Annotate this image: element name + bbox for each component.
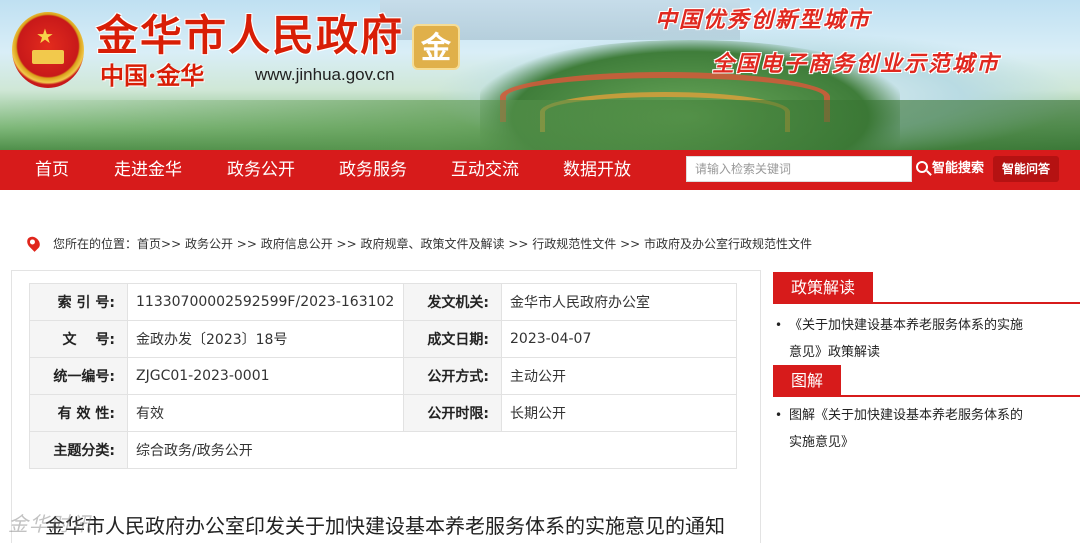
disclosure-period-value: 长期公开 [501, 394, 737, 432]
main-nav: 首页 走进金华 政务公开 政务服务 互动交流 数据开放 请输入检索关键词 智能搜… [0, 150, 1080, 190]
validity-label: 有 效 性: [29, 394, 128, 432]
table-row: 索 引 号: 11330700002592599F/2023-163102 发文… [29, 283, 737, 321]
nav-item-interaction[interactable]: 互动交流 [451, 150, 519, 190]
unified-number-label: 统一编号: [29, 357, 128, 395]
publish-method-value: 主动公开 [501, 357, 737, 395]
watermark: 金华时讯 [8, 512, 92, 536]
disclosure-period-label: 公开时限: [403, 394, 502, 432]
breadcrumb-prefix: 您所在的位置： [53, 237, 138, 251]
breadcrumb-home[interactable]: 首页>> [137, 237, 181, 251]
table-row: 主题分类: 综合政务/政务公开 [29, 431, 737, 469]
topic-category-label: 主题分类: [29, 431, 128, 469]
smart-qa-button[interactable]: 智能问答 [993, 156, 1059, 182]
nav-item-gov-services[interactable]: 政务服务 [339, 150, 407, 190]
slogan-innovative-city: 中国优秀创新型城市 [655, 7, 872, 33]
nav-item-about-jinhua[interactable]: 走进金华 [114, 150, 182, 190]
infographic-line1: 图解《关于加快建设基本养老服务体系的 [789, 408, 1024, 423]
document-number-value: 金政办发〔2023〕18号 [127, 320, 404, 358]
breadcrumb-policy-docs[interactable]: 政府规章、政策文件及解读 >> [361, 237, 529, 251]
infographic-line2: 实施意见》 [789, 435, 855, 450]
infographic-header: 图解 [773, 365, 1080, 397]
index-number-label: 索 引 号: [29, 283, 128, 321]
site-title: 金华市人民政府 [96, 11, 405, 60]
nav-item-gov-affairs[interactable]: 政务公开 [227, 150, 295, 190]
slogan-ecommerce-city: 全国电子商务创业示范城市 [712, 51, 1001, 77]
policy-interpretation-line2: 意见》政策解读 [789, 345, 881, 360]
table-row: 有 效 性: 有效 公开时限: 长期公开 [29, 394, 737, 432]
breadcrumb-info-disclosure[interactable]: 政府信息公开 >> [261, 237, 357, 251]
validity-value: 有效 [127, 394, 404, 432]
table-row: 文 号: 金政办发〔2023〕18号 成文日期: 2023-04-07 [29, 320, 737, 358]
trees-image [0, 100, 1080, 150]
site-subtitle: 中国·金华 [100, 61, 205, 90]
location-pin-icon [24, 234, 43, 252]
written-date-value: 2023-04-07 [501, 320, 737, 358]
breadcrumb-gov-affairs[interactable]: 政务公开 >> [185, 237, 257, 251]
jinhua-logo-icon: 金 [412, 24, 460, 70]
smart-search-label: 智能搜索 [932, 161, 985, 176]
table-row: 统一编号: ZJGC01-2023-0001 公开方式: 主动公开 [29, 357, 737, 395]
issuing-authority-value: 金华市人民政府办公室 [501, 283, 737, 321]
topic-category-value: 综合政务/政务公开 [127, 431, 737, 469]
unified-number-value: ZJGC01-2023-0001 [127, 357, 404, 395]
smart-search-button[interactable]: 智能搜索 [916, 155, 984, 183]
nav-item-home[interactable]: 首页 [35, 150, 69, 190]
document-metadata-table: 索 引 号: 11330700002592599F/2023-163102 发文… [29, 283, 737, 469]
breadcrumb-normative-docs[interactable]: 行政规范性文件 >> [532, 237, 640, 251]
header-banner: ★ 金华市人民政府 中国·金华 www.jinhua.gov.cn 金 中国优秀… [0, 0, 1080, 150]
policy-interpretation-line1: 《关于加快建设基本养老服务体系的实施 [789, 318, 1024, 333]
breadcrumb: 您所在的位置：首页>> 政务公开 >> 政府信息公开 >> 政府规章、政策文件及… [24, 234, 812, 252]
policy-interpretation-header: 政策解读 [773, 272, 1080, 304]
infographic-tab[interactable]: 图解 [773, 365, 842, 397]
document-number-label: 文 号: [29, 320, 128, 358]
issuing-authority-label: 发文机关: [403, 283, 502, 321]
written-date-label: 成文日期: [403, 320, 502, 358]
infographic-link[interactable]: 图解《关于加快建设基本养老服务体系的 实施意见》 [773, 402, 1063, 456]
search-icon [916, 161, 928, 173]
national-emblem-icon: ★ [12, 12, 84, 88]
publish-method-label: 公开方式: [403, 357, 502, 395]
breadcrumb-municipal-docs[interactable]: 市政府及办公室行政规范性文件 [644, 237, 812, 251]
site-url: www.jinhua.gov.cn [255, 65, 395, 84]
policy-interpretation-tab[interactable]: 政策解读 [773, 272, 874, 304]
nav-item-open-data[interactable]: 数据开放 [563, 150, 631, 190]
search-input[interactable]: 请输入检索关键词 [686, 156, 912, 182]
index-number-value: 11330700002592599F/2023-163102 [127, 283, 404, 321]
document-title: 金华市人民政府办公室印发关于加快建设基本养老服务体系的实施意见的通知 [45, 514, 725, 538]
policy-interpretation-link[interactable]: 《关于加快建设基本养老服务体系的实施 意见》政策解读 [773, 312, 1063, 366]
